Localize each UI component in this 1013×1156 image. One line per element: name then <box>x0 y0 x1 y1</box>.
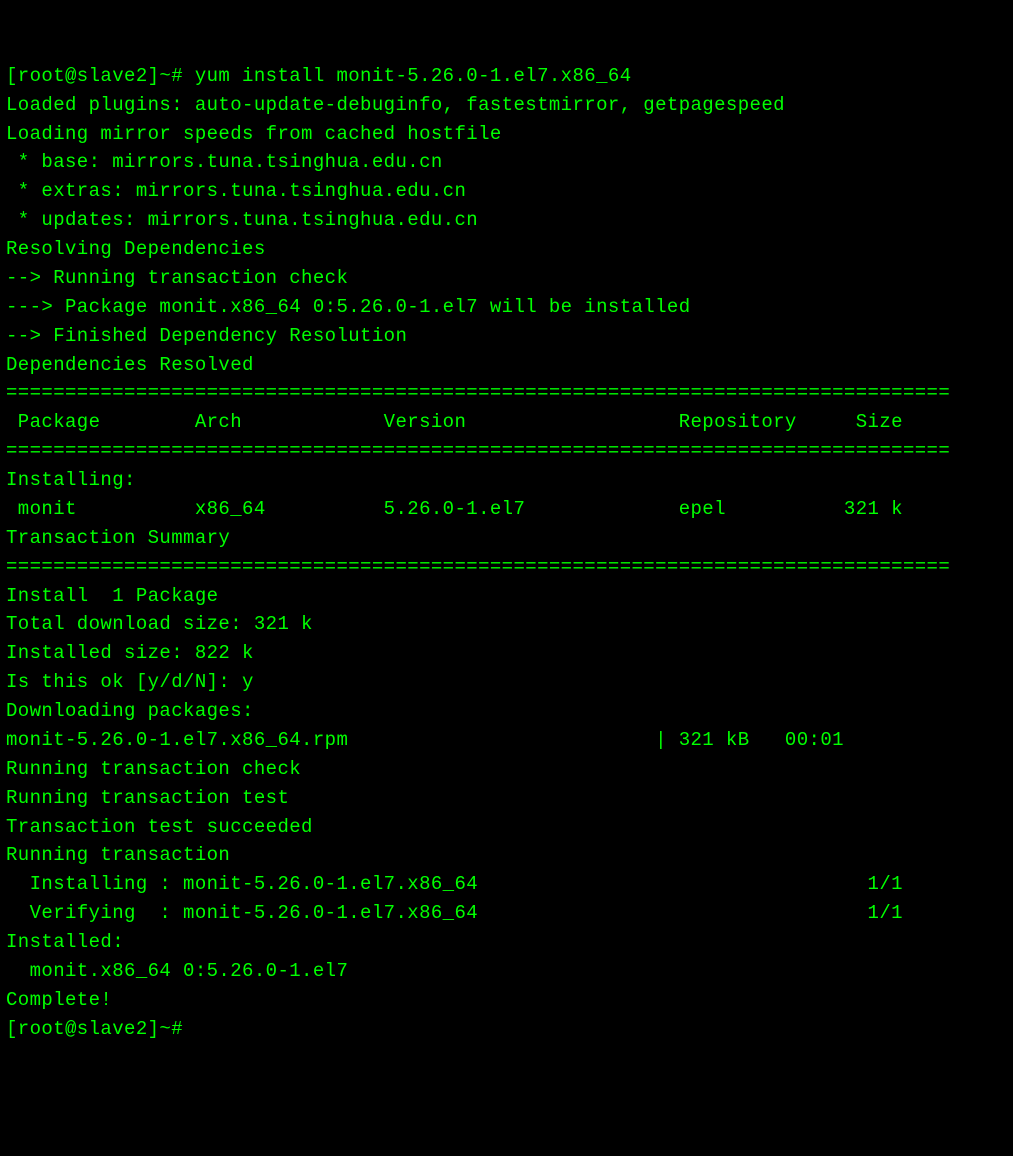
terminal-line: Installing : monit-5.26.0-1.el7.x86_64 1… <box>6 870 1007 899</box>
terminal-line: --> Running transaction check <box>6 264 1007 293</box>
terminal-line: Loading mirror speeds from cached hostfi… <box>6 120 1007 149</box>
terminal-line: monit-5.26.0-1.el7.x86_64.rpm | 321 kB 0… <box>6 726 1007 755</box>
terminal-line: Complete! <box>6 986 1007 1015</box>
terminal-line: Total download size: 321 k <box>6 610 1007 639</box>
terminal-line: Installed size: 822 k <box>6 639 1007 668</box>
terminal-line: Dependencies Resolved <box>6 351 1007 380</box>
terminal-line: ========================================… <box>6 553 1007 582</box>
terminal-line: ---> Package monit.x86_64 0:5.26.0-1.el7… <box>6 293 1007 322</box>
terminal-line: Downloading packages: <box>6 697 1007 726</box>
terminal-line: Package Arch Version Repository Size <box>6 408 1007 437</box>
terminal-line: Running transaction check <box>6 755 1007 784</box>
terminal-line: ========================================… <box>6 379 1007 408</box>
terminal-line: Running transaction <box>6 841 1007 870</box>
terminal-line: ========================================… <box>6 437 1007 466</box>
terminal-line: * extras: mirrors.tuna.tsinghua.edu.cn <box>6 177 1007 206</box>
terminal-line: [root@slave2]~# yum install monit-5.26.0… <box>6 62 1007 91</box>
terminal-line: * updates: mirrors.tuna.tsinghua.edu.cn <box>6 206 1007 235</box>
terminal-line: Installing: <box>6 466 1007 495</box>
terminal-line: Installed: <box>6 928 1007 957</box>
terminal-line: monit x86_64 5.26.0-1.el7 epel 321 k <box>6 495 1007 524</box>
terminal-output[interactable]: [root@slave2]~# yum install monit-5.26.0… <box>6 62 1007 1044</box>
terminal-line: Loaded plugins: auto-update-debuginfo, f… <box>6 91 1007 120</box>
terminal-line: monit.x86_64 0:5.26.0-1.el7 <box>6 957 1007 986</box>
terminal-line: Transaction test succeeded <box>6 813 1007 842</box>
terminal-line: Running transaction test <box>6 784 1007 813</box>
terminal-line: Is this ok [y/d/N]: y <box>6 668 1007 697</box>
terminal-line: Resolving Dependencies <box>6 235 1007 264</box>
terminal-line: Verifying : monit-5.26.0-1.el7.x86_64 1/… <box>6 899 1007 928</box>
terminal-line: --> Finished Dependency Resolution <box>6 322 1007 351</box>
terminal-line: * base: mirrors.tuna.tsinghua.edu.cn <box>6 148 1007 177</box>
terminal-line: Transaction Summary <box>6 524 1007 553</box>
terminal-prompt[interactable]: [root@slave2]~# <box>6 1015 1007 1044</box>
terminal-line: Install 1 Package <box>6 582 1007 611</box>
